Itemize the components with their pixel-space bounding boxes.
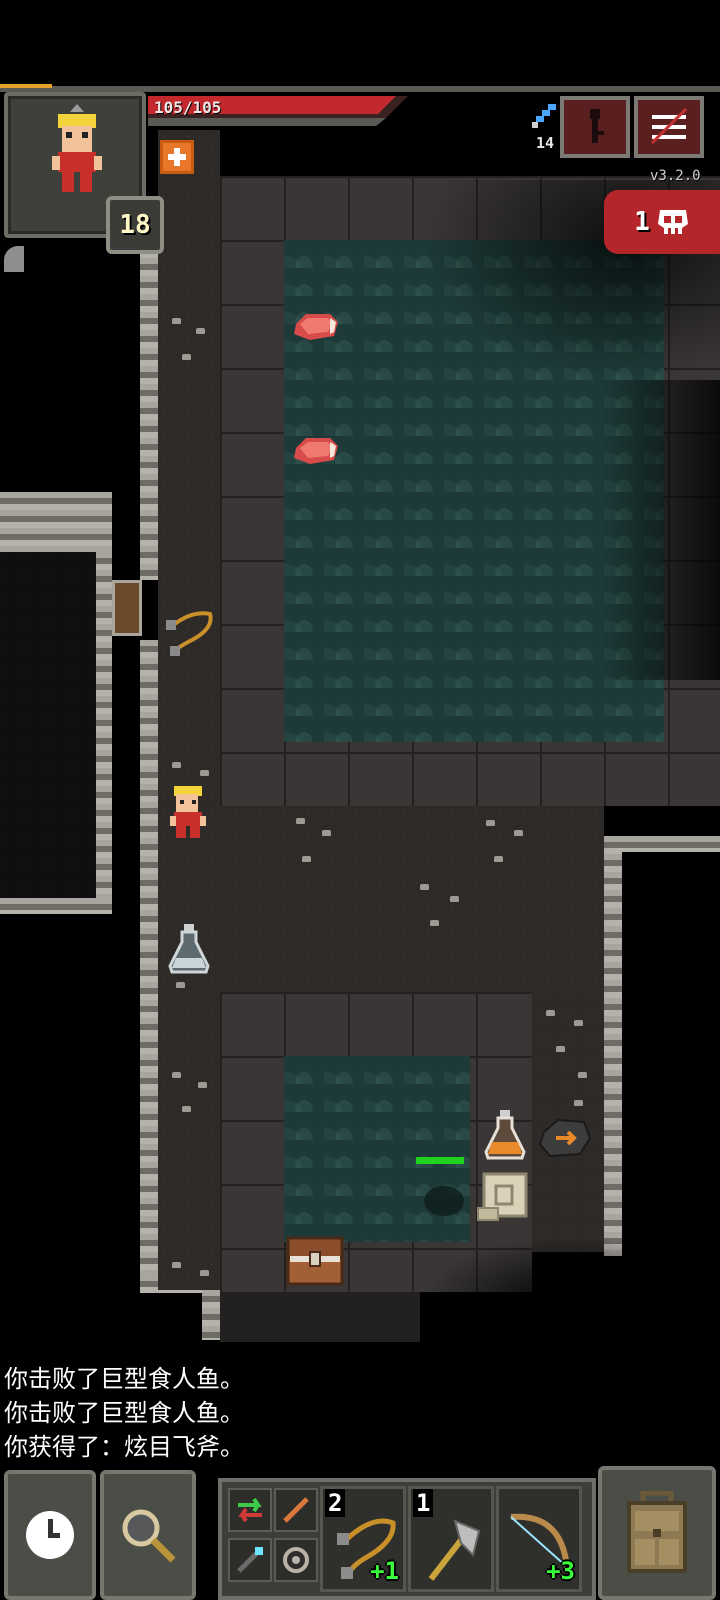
quickslot-3[interactable]: +3 — [496, 1486, 582, 1592]
wall — [96, 552, 112, 902]
quickslot-wand[interactable] — [274, 1488, 318, 1532]
upgrade-level: +3 — [546, 1557, 575, 1585]
swap-arrows-icon — [238, 1497, 262, 1523]
danger-count: 1 — [634, 207, 650, 237]
frost-wand-icon — [237, 1547, 263, 1573]
hero-portrait — [52, 104, 102, 192]
hero-level-badge: 18 — [106, 196, 164, 254]
fog — [600, 380, 720, 680]
chain-whip[interactable] — [162, 606, 218, 658]
fog — [430, 1240, 630, 1360]
clock-icon — [26, 1511, 74, 1559]
scroll[interactable] — [476, 1170, 530, 1224]
quickslot-ring[interactable] — [274, 1538, 318, 1582]
version-label: v3.2.0 — [650, 168, 701, 184]
search-button[interactable] — [100, 1470, 196, 1600]
wall — [0, 898, 112, 914]
treasure-chest[interactable] — [284, 1234, 346, 1288]
wait-button[interactable] — [4, 1470, 96, 1600]
game-log: 你击败了巨型食人鱼。 你击败了巨型食人鱼。 你获得了：炫目飞斧。 — [4, 1362, 604, 1464]
quickslot-quantity: 1 — [413, 1489, 434, 1517]
potion-flask[interactable] — [166, 922, 212, 976]
dark-room-floor — [0, 552, 96, 902]
wooden-door[interactable] — [112, 580, 142, 636]
challenge-indicator[interactable] — [4, 246, 24, 272]
experience-bar — [0, 84, 52, 88]
ring-icon — [283, 1547, 309, 1573]
depth-indicator[interactable]: 14 — [530, 100, 560, 154]
magnifier-icon — [122, 1509, 176, 1563]
quickslot-2[interactable]: 1 — [408, 1486, 494, 1592]
log-line: 你获得了：炫目飞斧。 — [4, 1433, 244, 1461]
wall — [604, 836, 622, 1256]
runestone[interactable] — [538, 1116, 592, 1160]
upgrade-level: +1 — [370, 1557, 399, 1585]
enemy-health-bar — [416, 1157, 464, 1164]
raw-meat-2[interactable] — [290, 434, 340, 466]
axe-icon — [428, 1519, 481, 1581]
corridor-floor — [158, 130, 220, 1290]
danger-indicator[interactable]: 1 — [604, 190, 720, 254]
quickslot-1[interactable]: 2 +1 — [320, 1486, 406, 1592]
stairs-icon — [532, 104, 556, 128]
log-line: 你击败了巨型食人鱼。 — [4, 1365, 244, 1393]
journal-button[interactable] — [560, 96, 630, 158]
log-line: 你击败了巨型食人鱼。 — [4, 1399, 244, 1427]
healing-buff-icon — [168, 148, 186, 166]
wall — [140, 240, 158, 580]
hero-sprite[interactable] — [166, 784, 210, 842]
fire-wand-icon — [283, 1497, 309, 1523]
orange-potion[interactable] — [482, 1108, 528, 1162]
quickslot-wand-2[interactable] — [228, 1538, 272, 1582]
hall-floor — [158, 806, 604, 992]
wall — [202, 1290, 220, 1340]
backpack-icon — [627, 1491, 687, 1573]
raw-meat-1[interactable] — [290, 310, 340, 342]
wall — [604, 836, 720, 852]
menu-button[interactable] — [634, 96, 704, 158]
inventory-button[interactable] — [598, 1466, 716, 1600]
wall — [0, 492, 112, 552]
depth-number: 14 — [535, 134, 555, 152]
menu-icon — [650, 107, 688, 145]
stone-floor — [220, 1292, 420, 1342]
journal-key-icon — [590, 109, 604, 143]
swap-quickslot-button[interactable] — [228, 1488, 272, 1532]
submerged-enemy[interactable] — [424, 1186, 464, 1216]
skull-icon — [657, 210, 688, 234]
health-text: 105/105 — [154, 98, 222, 117]
buff-icon[interactable] — [160, 140, 194, 174]
wall — [140, 640, 158, 1290]
